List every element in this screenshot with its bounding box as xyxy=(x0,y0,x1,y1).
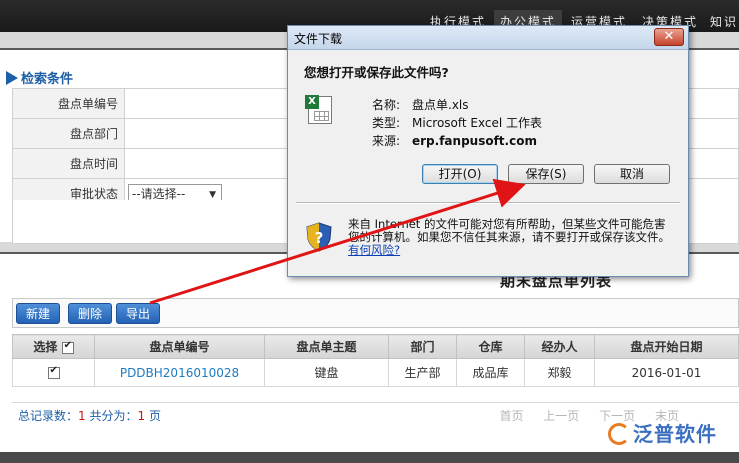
row-code-link[interactable]: PDDBH2016010028 xyxy=(94,358,265,387)
row-warehouse: 成品库 xyxy=(456,358,525,387)
field-label-time: 盘点时间 xyxy=(12,148,125,179)
open-button[interactable]: 打开(O) xyxy=(422,164,498,184)
row-subject: 键盘 xyxy=(264,358,389,387)
dialog-titlebar[interactable]: 文件下载 ✕ xyxy=(288,26,688,50)
file-source-row: 来源: erp.fanpusoft.com xyxy=(372,132,537,149)
row-start-date: 2016-01-01 xyxy=(594,358,739,387)
col-header-code[interactable]: 盘点单编号 xyxy=(94,334,265,359)
dialog-question: 您想打开或保存此文件吗? xyxy=(304,65,449,80)
row-dept: 生产部 xyxy=(388,358,457,387)
close-icon[interactable]: ✕ xyxy=(654,28,684,46)
svg-text:?: ? xyxy=(315,229,324,247)
pages-label: 共分为： xyxy=(89,409,138,423)
spreadsheet-grid-icon xyxy=(314,111,329,121)
bottom-strip xyxy=(0,452,739,463)
row-select-cell xyxy=(12,358,95,387)
file-type-row: 类型: Microsoft Excel 工作表 xyxy=(372,114,542,131)
table-row[interactable]: PDDBH2016010028 键盘 生产部 成品库 郑毅 2016-01-01 xyxy=(12,358,739,387)
export-button[interactable]: 导出 xyxy=(116,303,160,324)
col-header-select: 选择 xyxy=(12,334,95,359)
excel-badge-icon: X xyxy=(305,95,319,109)
col-select-label: 选择 xyxy=(33,340,58,354)
file-source-value: erp.fanpusoft.com xyxy=(412,134,537,148)
file-source-label: 来源: xyxy=(372,134,401,148)
brand-logo-text: 泛普软件 xyxy=(633,422,717,446)
dialog-title: 文件下载 xyxy=(294,32,343,46)
dialog-separator xyxy=(296,202,680,204)
page-count: 1 xyxy=(137,409,146,423)
col-header-warehouse[interactable]: 仓库 xyxy=(456,334,525,359)
data-table: 选择 盘点单编号 盘点单主题 部门 仓库 经办人 盘点开始日期 PDDBH201… xyxy=(12,334,739,387)
brand-mark-icon xyxy=(608,423,630,445)
brand-logo: 泛普软件 xyxy=(608,418,717,446)
excel-file-icon: X xyxy=(305,95,332,124)
risk-link[interactable]: 有何风险? xyxy=(348,243,400,257)
file-name-label: 名称: xyxy=(372,98,401,112)
col-header-dept[interactable]: 部门 xyxy=(388,334,457,359)
row-checkbox[interactable] xyxy=(47,365,60,379)
field-label-code: 盘点单编号 xyxy=(12,88,125,119)
col-header-start-date[interactable]: 盘点开始日期 xyxy=(594,334,739,359)
search-header[interactable]: 检索条件 xyxy=(6,68,74,87)
delete-button[interactable]: 删除 xyxy=(68,303,112,324)
save-button[interactable]: 保存(S) xyxy=(508,164,584,184)
col-header-subject[interactable]: 盘点单主题 xyxy=(264,334,389,359)
table-header-row: 选择 盘点单编号 盘点单主题 部门 仓库 经办人 盘点开始日期 xyxy=(12,334,739,359)
col-header-handler[interactable]: 经办人 xyxy=(524,334,595,359)
status-select-value: --请选择-- xyxy=(132,186,186,201)
file-type-value: Microsoft Excel 工作表 xyxy=(412,116,543,130)
tab-knowledge[interactable]: 知识 xyxy=(704,10,739,32)
file-type-label: 类型: xyxy=(372,116,401,130)
security-shield-icon: ? xyxy=(306,222,332,252)
file-name-row: 名称: 盘点单.xls xyxy=(372,96,469,113)
field-label-dept: 盘点部门 xyxy=(12,118,125,149)
security-warning-text: 来自 Internet 的文件可能对您有所帮助，但某些文件可能危害您的计算机。如… xyxy=(348,217,670,244)
total-count: 1 xyxy=(78,409,86,423)
add-button[interactable]: 新建 xyxy=(16,303,60,324)
prev-page-link[interactable]: 上一页 xyxy=(543,409,579,423)
select-all-checkbox[interactable] xyxy=(61,340,74,354)
first-page-link[interactable]: 首页 xyxy=(499,409,523,423)
security-warning: 来自 Internet 的文件可能对您有所帮助，但某些文件可能危害您的计算机。如… xyxy=(348,218,676,257)
toolbar: 新建 删除 导出 xyxy=(12,298,739,328)
pages-unit: 页 xyxy=(148,409,161,423)
row-handler: 郑毅 xyxy=(524,358,595,387)
file-name-value: 盘点单.xls xyxy=(412,98,469,112)
total-label: 总记录数： xyxy=(18,409,79,423)
search-header-label: 检索条件 xyxy=(21,72,74,87)
file-download-dialog: 文件下载 ✕ 您想打开或保存此文件吗? X 名称: 盘点单.xls 类型: Micr… xyxy=(287,25,689,277)
cancel-button[interactable]: 取消 xyxy=(594,164,670,184)
collapse-arrow-icon xyxy=(6,71,18,85)
